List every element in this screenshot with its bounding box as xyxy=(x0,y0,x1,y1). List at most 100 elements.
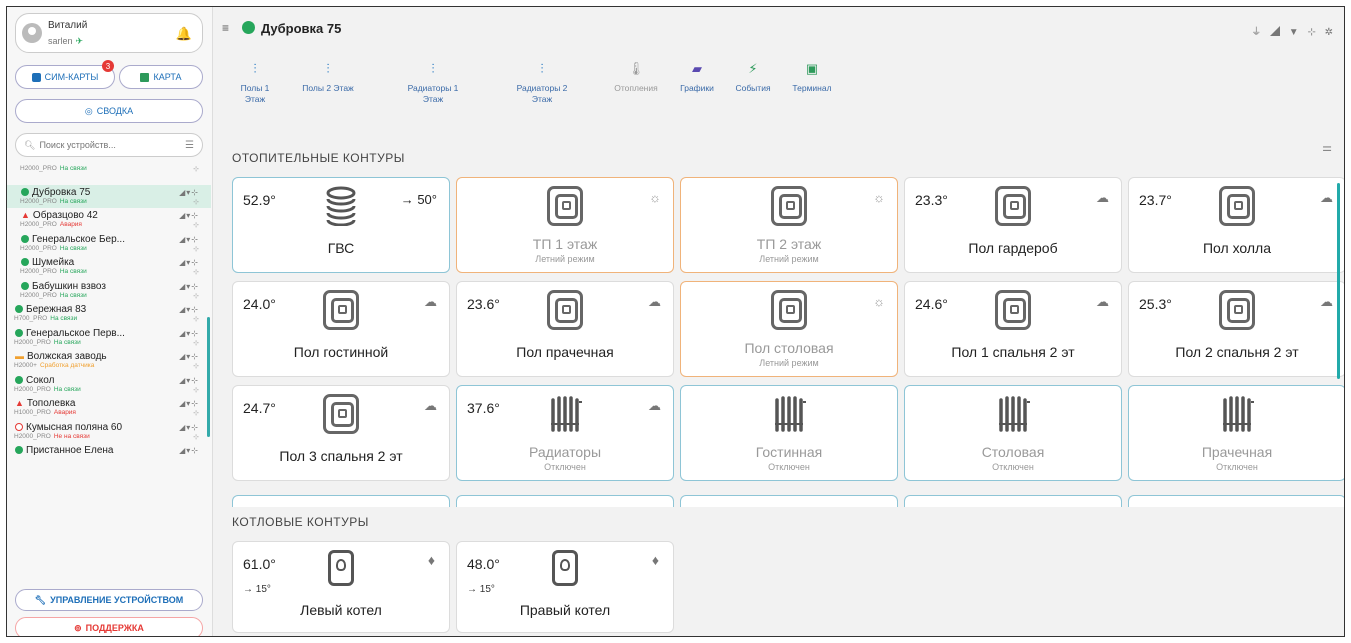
device-item[interactable]: Бережная 83 H700_PRO На связи ◢▾⊹ ⊹ xyxy=(7,302,211,326)
heating-card[interactable]: 37.6° ☁︎ Радиаторы Отключен xyxy=(456,385,674,481)
heating-card[interactable]: 24.7° ☁︎ Пол 3 спальня 2 эт xyxy=(232,385,450,481)
cloud-icon: ☁︎ xyxy=(1320,190,1333,205)
tab-heating[interactable]: 🌡︎ Отопления xyxy=(610,62,662,94)
device-name-text: Волжская заводь xyxy=(27,351,107,362)
heating-card[interactable]: ☼ Пол столовая Летний режим xyxy=(680,281,898,377)
tab-terminal[interactable]: ▣ Терминал xyxy=(786,61,838,94)
online-dot xyxy=(15,446,23,454)
manage-device-button[interactable]: 🔧︎ УПРАВЛЕНИЕ УСТРОЙСТВОМ xyxy=(15,589,203,611)
settings-sliders-icon[interactable]: ⚌ xyxy=(1322,141,1332,154)
radiator-icon xyxy=(551,396,582,432)
network-icon: ⊹ xyxy=(193,166,199,173)
heating-card[interactable]: ☼ ТП 1 этаж Летний режим xyxy=(456,177,674,273)
heating-card[interactable]: Прачечная Отключен xyxy=(1128,385,1344,481)
online-dot xyxy=(21,234,29,243)
network-icon: ⊹ xyxy=(193,363,199,370)
device-name-text: Кумысная поляна 60 xyxy=(26,421,123,433)
boiler-card[interactable]: 48.0° → 15° ♦ Правый котел xyxy=(456,541,674,633)
device-name: Бабушкин взвоз xyxy=(21,281,106,292)
device-subline: H2000+ Сработка датчика xyxy=(14,362,94,369)
device-item[interactable]: ▲ Тополевка H1000_PRO Авария ◢▾⊹ ⊹ xyxy=(7,396,211,420)
support-button[interactable]: ⊚ ПОДДЕРЖКА xyxy=(15,617,203,636)
signal-icon: ◢▾⊹ xyxy=(179,234,199,244)
device-name: ▲ Образцово 42 xyxy=(21,210,98,221)
device-item[interactable]: Бабушкин взвоз H2000_PRO На связи ◢▾⊹ ⊹ xyxy=(7,279,211,303)
boiler-temperature: 48.0° xyxy=(467,556,500,572)
device-item[interactable]: ▲ Образцово 42 H2000_PRO Авария ◢▾⊹ ⊹ xyxy=(7,208,211,232)
floor-heating-icon xyxy=(771,290,807,330)
tab-radiators-2[interactable]: ⫶ Радиаторы 2 Этаж xyxy=(514,62,570,105)
heating-card[interactable]: 24.0° ☁︎ Пол гостинной xyxy=(232,281,450,377)
network-icon: ⊹ xyxy=(193,316,199,323)
tab-floors-2[interactable]: ⫶ Полы 2 Этаж xyxy=(300,62,356,94)
device-name: Пристанное Елена xyxy=(15,445,113,456)
tab-charts[interactable]: ▰ Графики xyxy=(674,62,720,94)
device-subline: H2000_PRO На связи xyxy=(20,198,87,205)
bell-icon[interactable]: 🔔 xyxy=(176,26,192,42)
heating-card[interactable]: 23.3° ☁︎ Пол гардероб xyxy=(904,177,1122,273)
menu-collapse-icon[interactable]: ≡ xyxy=(222,21,229,35)
card-name: Пол гостинной xyxy=(293,344,389,360)
heating-card[interactable]: 23.6° ☁︎ Пол прачечная xyxy=(456,281,674,377)
device-name: Кумысная поляна 60 xyxy=(15,422,122,433)
tab-radiators-1[interactable]: ⫶ Радиаторы 1 Этаж xyxy=(406,62,460,105)
heating-card[interactable]: Столовая Отключен xyxy=(904,385,1122,481)
device-item[interactable]: H2000_PRO На связи ⊹ xyxy=(7,161,211,185)
device-status: На связи xyxy=(53,385,81,393)
device-item[interactable]: Генеральское Перв... H2000_PRO На связи ◢▾⊹… xyxy=(7,326,211,350)
device-subline: H2000_PRO На связи xyxy=(20,268,87,275)
filter-icon[interactable]: ☰ xyxy=(185,140,194,151)
search-input[interactable] xyxy=(39,140,170,150)
search-icon: 🔍︎ xyxy=(24,139,36,150)
heating-card[interactable]: 24.6° ☁︎ Пол 1 спальня 2 эт xyxy=(904,281,1122,377)
device-item[interactable]: ▬ Волжская заводь H2000+ Сработка датчика ◢▾… xyxy=(7,349,211,373)
boiler-card[interactable]: 61.0° → 15° ♦ Левый котел xyxy=(232,541,450,633)
sim-cards-button[interactable]: СИМ-КАРТЫ 3 xyxy=(15,60,115,89)
terminal-icon: ▣ xyxy=(805,61,819,76)
device-model: H2000_PRO xyxy=(20,221,57,228)
main-scrollbar[interactable] xyxy=(1337,183,1340,379)
gear-icon[interactable]: ✲ xyxy=(1325,27,1336,38)
sidebar-scrollbar[interactable] xyxy=(207,317,210,437)
boiler-icon xyxy=(552,550,578,586)
partial-card xyxy=(1128,495,1344,507)
summary-button[interactable]: ◎ СВОДКА xyxy=(15,99,203,123)
sun-icon: ☼ xyxy=(873,190,885,205)
device-item[interactable]: Генеральское Бер... H2000_PRO На связи ◢▾⊹ ⊹ xyxy=(7,232,211,256)
offline-dot xyxy=(15,422,23,431)
device-status: Не на связи xyxy=(53,432,90,440)
device-status: На связи xyxy=(53,338,81,346)
device-item[interactable]: Сокол H2000_PRO На связи ◢▾⊹ ⊹ xyxy=(7,373,211,397)
heating-card[interactable]: 23.7° ☁︎ Пол холла xyxy=(1128,177,1344,273)
radiator-icon xyxy=(775,396,806,432)
signal-icon: ◢▾⊹ xyxy=(179,187,199,197)
tab-floors-1[interactable]: ⫶ Полы 1 Этаж xyxy=(230,62,280,105)
device-item[interactable]: Шумейка H2000_PRO На связи ◢▾⊹ ⊹ xyxy=(7,255,211,279)
heating-card[interactable]: Гостинная Отключен xyxy=(680,385,898,481)
heating-card[interactable]: ☼ ТП 2 этаж Летний режим xyxy=(680,177,898,273)
user-name: Виталий xyxy=(48,20,88,31)
boiler-temperature: 61.0° xyxy=(243,556,276,572)
device-name: Генеральское Перв... xyxy=(15,328,125,339)
manage-label: УПРАВЛЕНИЕ УСТРОЙСТВОМ xyxy=(50,595,184,605)
cloud-icon: ☁︎ xyxy=(424,294,437,309)
device-item[interactable]: Дубровка 75 H2000_PRO На связи ◢▾⊹ ⊹ xyxy=(7,184,211,208)
device-status: Авария xyxy=(59,221,82,228)
sim-badge: 3 xyxy=(102,60,114,72)
device-model: H1000_PRO xyxy=(14,409,51,416)
card-temperature: 23.7° xyxy=(1139,192,1172,208)
device-subline: H2000_PRO На связи xyxy=(20,245,87,252)
heating-card[interactable]: 25.3° ☁︎ Пол 2 спальня 2 эт xyxy=(1128,281,1344,377)
device-name: Генеральское Бер... xyxy=(21,234,125,245)
heating-card[interactable]: 52.9° → 50° ГВС xyxy=(232,177,450,273)
tab-events[interactable]: ⚡︎ События xyxy=(730,62,776,94)
sidebar: Виталий sarlen ✈ 🔔 СИМ-КАРТЫ 3 КАРТА ◎ СВ… xyxy=(7,7,213,636)
device-item[interactable]: Кумысная поляна 60 H2000_PRO Не на связи ◢▾… xyxy=(7,420,211,444)
device-name-text: Бережная 83 xyxy=(26,304,87,315)
user-card[interactable]: Виталий sarlen ✈ 🔔 xyxy=(15,13,203,53)
online-dot xyxy=(15,305,23,313)
map-button[interactable]: КАРТА xyxy=(119,65,203,89)
device-item[interactable]: Пристанное Елена ◢▾⊹ xyxy=(7,443,211,467)
sim-cards-label: СИМ-КАРТЫ xyxy=(44,72,99,82)
page-title: Дубровка 75 xyxy=(261,21,342,36)
